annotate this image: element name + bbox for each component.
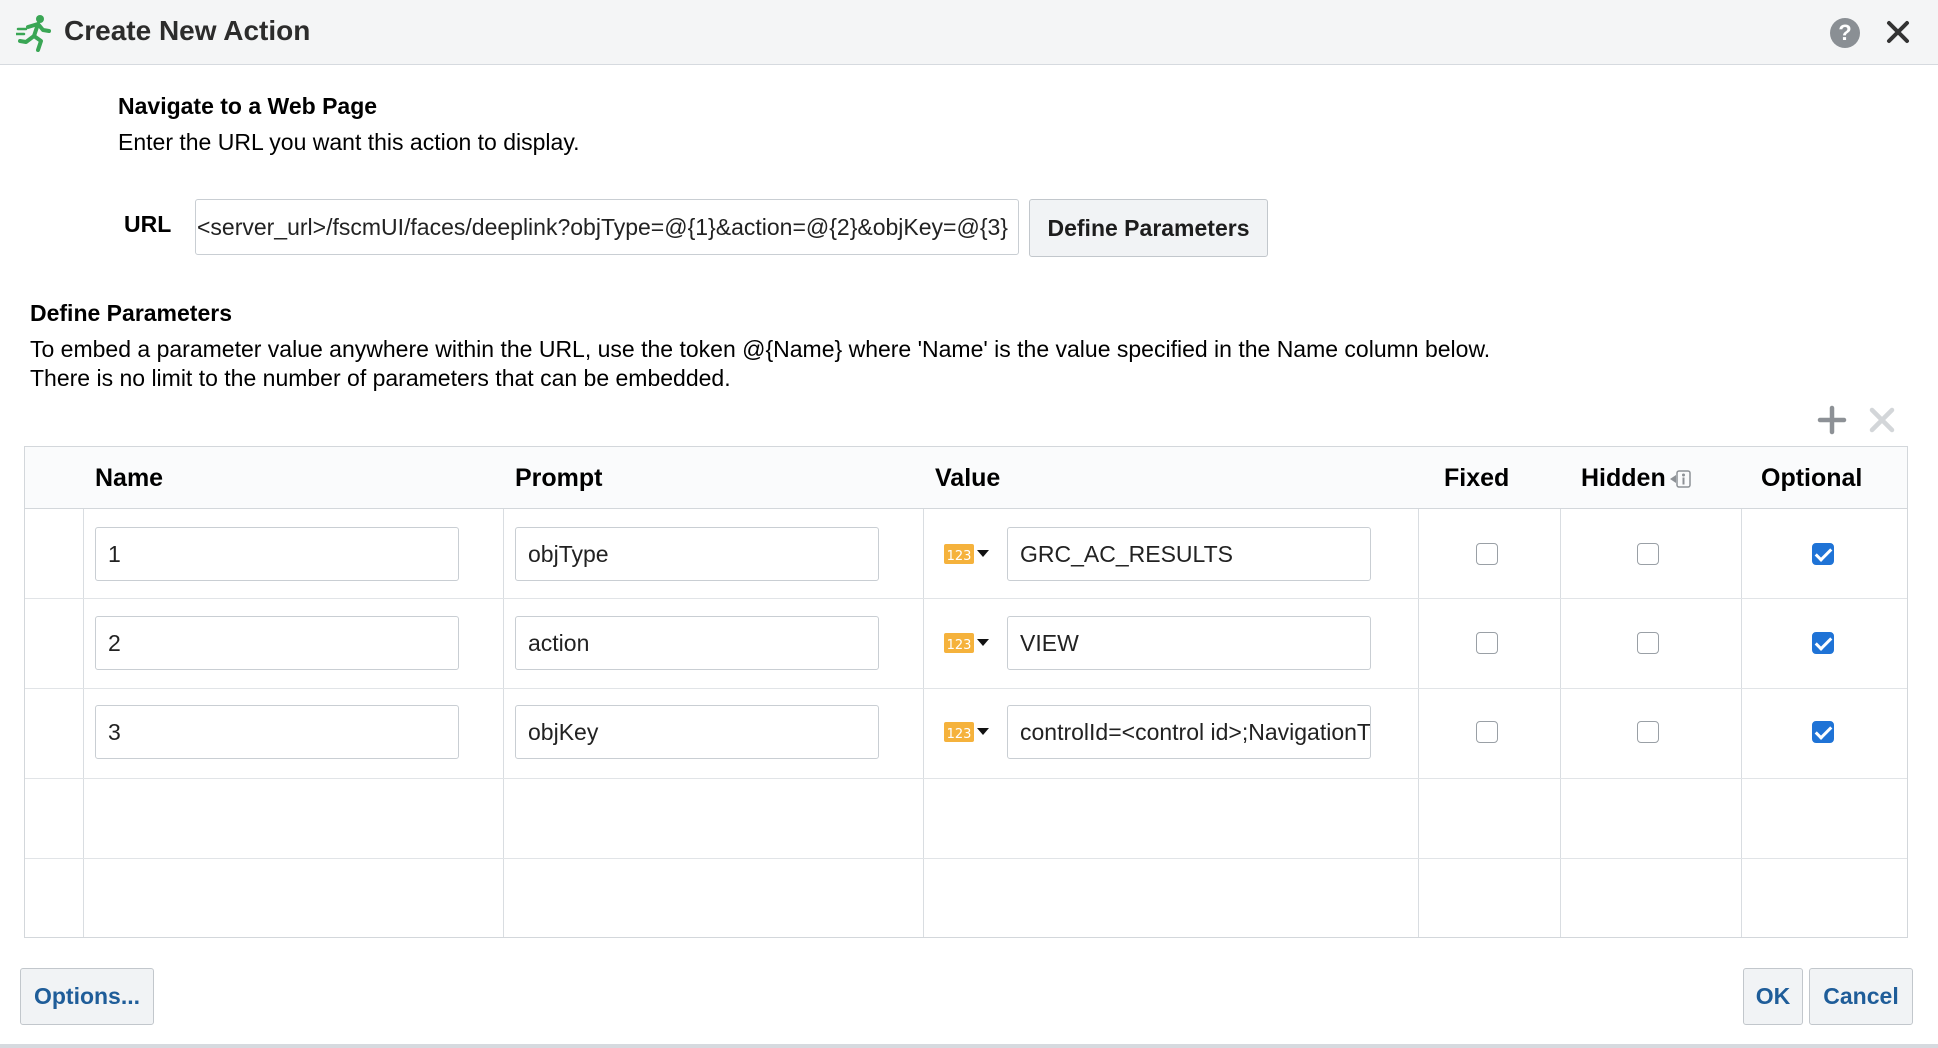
optional-checkbox[interactable] xyxy=(1812,721,1834,743)
parameter-value-input[interactable]: GRC_AC_RESULTS xyxy=(1007,527,1371,581)
table-row-empty xyxy=(25,779,1907,859)
table-row: 1 objType 123 GRC_AC_RESULTS xyxy=(25,509,1907,599)
numeric-type-dropdown-icon[interactable]: 123 xyxy=(943,719,991,745)
table-header: Name Prompt Value Fixed Hidden Optional xyxy=(25,447,1907,509)
navigate-description: Enter the URL you want this action to di… xyxy=(118,129,580,155)
numeric-type-label: 123 xyxy=(947,638,972,653)
define-parameters-description-line1: To embed a parameter value anywhere with… xyxy=(30,336,1491,362)
column-header-fixed[interactable]: Fixed xyxy=(1444,447,1509,509)
column-header-name[interactable]: Name xyxy=(95,447,163,509)
delete-row-icon[interactable] xyxy=(1867,405,1897,435)
url-input[interactable]: <server_url>/fscmUI/faces/deeplink?objTy… xyxy=(195,199,1019,255)
parameter-value-input[interactable]: controlId=<control id>;NavigationType=C xyxy=(1007,705,1371,759)
close-icon[interactable] xyxy=(1884,18,1912,46)
numeric-type-label: 123 xyxy=(947,549,972,564)
hidden-checkbox[interactable] xyxy=(1637,543,1659,565)
parameter-name-input[interactable]: 3 xyxy=(95,705,459,759)
help-icon[interactable]: ? xyxy=(1830,18,1860,48)
fixed-checkbox[interactable] xyxy=(1476,632,1498,654)
parameters-table: Name Prompt Value Fixed Hidden Optional … xyxy=(24,446,1908,938)
ok-button[interactable]: OK xyxy=(1743,968,1803,1025)
define-parameters-description-line2: There is no limit to the number of param… xyxy=(30,365,731,391)
numeric-type-dropdown-icon[interactable]: 123 xyxy=(943,541,991,567)
define-parameters-title: Define Parameters xyxy=(30,300,232,326)
column-header-value[interactable]: Value xyxy=(935,447,1000,509)
cancel-button[interactable]: Cancel xyxy=(1809,968,1913,1025)
add-row-icon[interactable] xyxy=(1817,405,1847,435)
column-header-hidden-label: Hidden xyxy=(1581,464,1666,492)
hidden-checkbox[interactable] xyxy=(1637,721,1659,743)
column-header-optional[interactable]: Optional xyxy=(1761,447,1862,509)
create-new-action-dialog: Create New Action ? Navigate to a Web Pa… xyxy=(0,0,1938,1048)
dialog-bottom-border xyxy=(0,1044,1938,1048)
table-row-empty xyxy=(25,859,1907,938)
optional-checkbox[interactable] xyxy=(1812,543,1834,565)
parameter-value-input[interactable]: VIEW xyxy=(1007,616,1371,670)
navigate-title: Navigate to a Web Page xyxy=(118,93,378,119)
parameter-prompt-input[interactable]: action xyxy=(515,616,879,670)
running-person-icon xyxy=(16,15,51,52)
parameter-prompt-input[interactable]: objType xyxy=(515,527,879,581)
table-row: 3 objKey 123 controlId=<control id>;Navi… xyxy=(25,689,1907,779)
url-label: URL xyxy=(124,211,172,237)
options-button[interactable]: Options... xyxy=(20,968,154,1025)
url-value: <server_url>/fscmUI/faces/deeplink?objTy… xyxy=(196,214,1008,240)
parameter-name-input[interactable]: 1 xyxy=(95,527,459,581)
parameter-prompt-input[interactable]: objKey xyxy=(515,705,879,759)
define-parameters-button[interactable]: Define Parameters xyxy=(1029,199,1268,257)
dialog-title: Create New Action xyxy=(64,15,311,46)
fixed-checkbox[interactable] xyxy=(1476,543,1498,565)
numeric-type-dropdown-icon[interactable]: 123 xyxy=(943,630,991,656)
parameter-name-input[interactable]: 2 xyxy=(95,616,459,670)
table-row: 2 action 123 VIEW xyxy=(25,599,1907,689)
numeric-type-label: 123 xyxy=(947,727,972,742)
dialog-titlebar: Create New Action ? xyxy=(0,0,1938,65)
info-icon[interactable] xyxy=(1668,467,1692,491)
column-header-prompt[interactable]: Prompt xyxy=(515,447,603,509)
optional-checkbox[interactable] xyxy=(1812,632,1834,654)
hidden-checkbox[interactable] xyxy=(1637,632,1659,654)
column-header-hidden[interactable]: Hidden xyxy=(1581,447,1692,509)
fixed-checkbox[interactable] xyxy=(1476,721,1498,743)
